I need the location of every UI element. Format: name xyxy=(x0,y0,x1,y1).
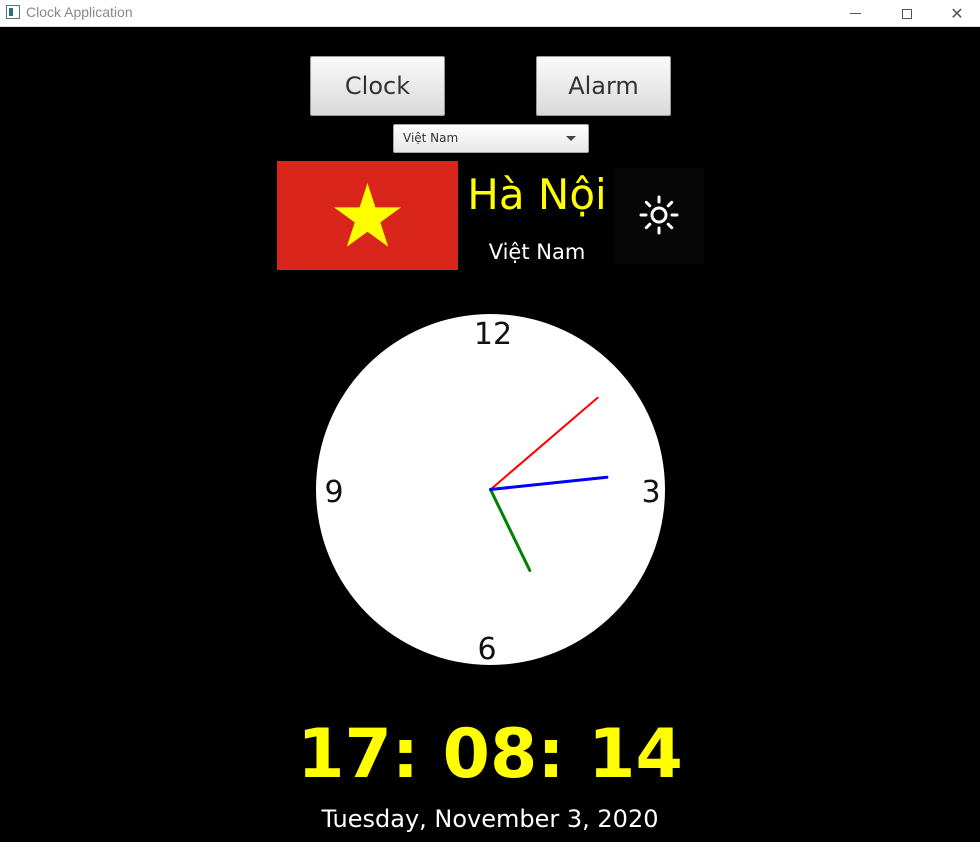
weather-panel xyxy=(614,168,704,264)
clock-button[interactable]: Clock xyxy=(310,56,445,116)
numeral-3: 3 xyxy=(641,475,660,510)
minimize-icon xyxy=(849,13,861,14)
maximize-icon xyxy=(902,8,912,19)
clock-application-window: Clock Application ✕ Clock Alarm Việt Nam… xyxy=(0,0,980,842)
analog-clock: 12 3 6 9 xyxy=(316,314,665,665)
city-name: Hà Nội xyxy=(467,170,607,219)
digital-time: 17: 08: 14 xyxy=(297,715,683,794)
alarm-button[interactable]: Alarm xyxy=(536,56,671,116)
sun-icon xyxy=(639,195,679,235)
numeral-12: 12 xyxy=(474,317,512,352)
maximize-button[interactable] xyxy=(884,0,930,27)
country-dropdown[interactable]: Việt Nam xyxy=(393,124,589,153)
minimize-button[interactable] xyxy=(832,0,878,27)
chevron-down-icon xyxy=(566,136,576,141)
numeral-6: 6 xyxy=(477,632,496,665)
close-icon: ✕ xyxy=(950,3,964,23)
vietnam-flag-icon xyxy=(277,161,458,270)
country-dropdown-value: Việt Nam xyxy=(403,131,459,145)
app-icon xyxy=(6,5,20,19)
window-title: Clock Application xyxy=(26,4,133,20)
close-button[interactable]: ✕ xyxy=(934,0,980,27)
numeral-9: 9 xyxy=(324,475,343,510)
title-bar: Clock Application ✕ xyxy=(0,0,980,27)
current-date: Tuesday, November 3, 2020 xyxy=(321,805,659,833)
country-name: Việt Nam xyxy=(488,240,586,264)
